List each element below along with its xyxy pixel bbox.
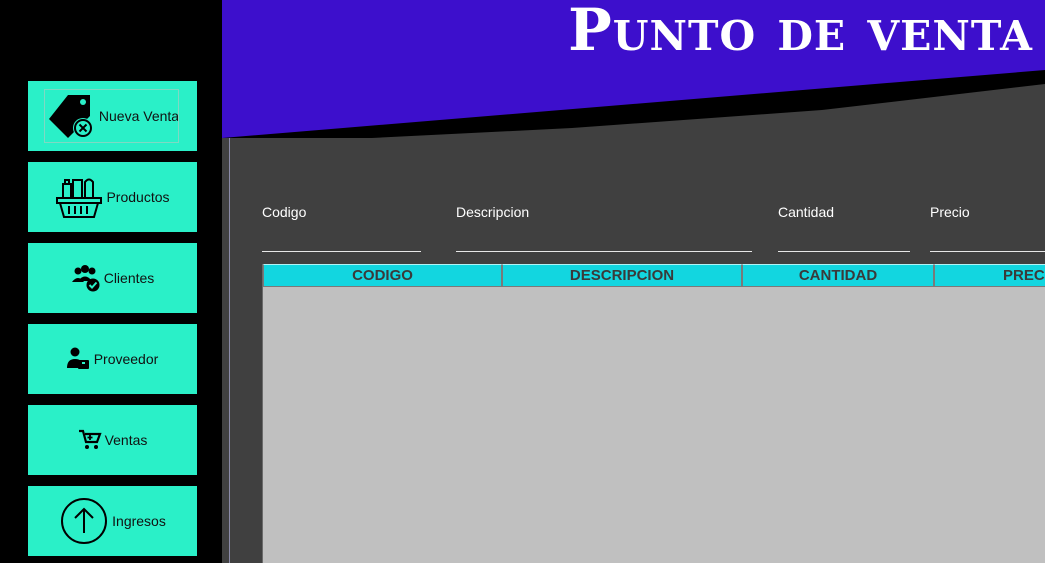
nueva-venta-button[interactable]: Nueva Venta <box>28 81 197 151</box>
table-header: CODIGO DESCRIPCION CANTIDAD PRECIO <box>263 264 1045 287</box>
cantidad-input[interactable] <box>778 226 910 252</box>
shopping-cart-icon <box>78 429 102 451</box>
main-panel: Codigo Descripcion Cantidad Precio CODIG… <box>222 138 1045 563</box>
sidebar: Nueva Venta Productos Clientes Proveedor… <box>0 0 222 563</box>
arrow-up-circle-icon <box>59 496 109 546</box>
focus-indicator <box>44 89 179 143</box>
descripcion-label: Descripcion <box>456 204 530 220</box>
column-header-codigo[interactable]: CODIGO <box>263 264 502 287</box>
cantidad-label: Cantidad <box>778 204 835 220</box>
productos-button[interactable]: Productos <box>28 162 197 232</box>
ingresos-button[interactable]: Ingresos <box>28 486 197 556</box>
grocery-basket-icon <box>55 174 103 220</box>
users-check-icon <box>71 264 101 292</box>
clientes-label: Clientes <box>103 270 155 286</box>
page-title: Punto de venta <box>568 0 1033 64</box>
column-header-precio[interactable]: PRECIO <box>934 264 1045 287</box>
precio-input[interactable] <box>930 226 1045 252</box>
sales-table[interactable]: CODIGO DESCRIPCION CANTIDAD PRECIO <box>262 264 1045 563</box>
header-banner: Punto de venta <box>222 0 1045 138</box>
descripcion-input[interactable] <box>456 226 752 252</box>
proveedor-button[interactable]: Proveedor <box>28 324 197 394</box>
clientes-button[interactable]: Clientes <box>28 243 197 313</box>
codigo-input[interactable] <box>262 226 421 252</box>
ventas-button[interactable]: Ventas <box>28 405 197 475</box>
ventas-label: Ventas <box>104 432 148 448</box>
codigo-label: Codigo <box>262 204 307 220</box>
supplier-icon <box>66 346 91 372</box>
divider <box>229 138 230 563</box>
precio-label: Precio <box>930 204 970 220</box>
proveedor-label: Proveedor <box>93 351 159 367</box>
column-header-cantidad[interactable]: CANTIDAD <box>742 264 934 287</box>
ingresos-label: Ingresos <box>112 513 166 529</box>
productos-label: Productos <box>106 189 170 205</box>
column-header-descripcion[interactable]: DESCRIPCION <box>502 264 742 287</box>
